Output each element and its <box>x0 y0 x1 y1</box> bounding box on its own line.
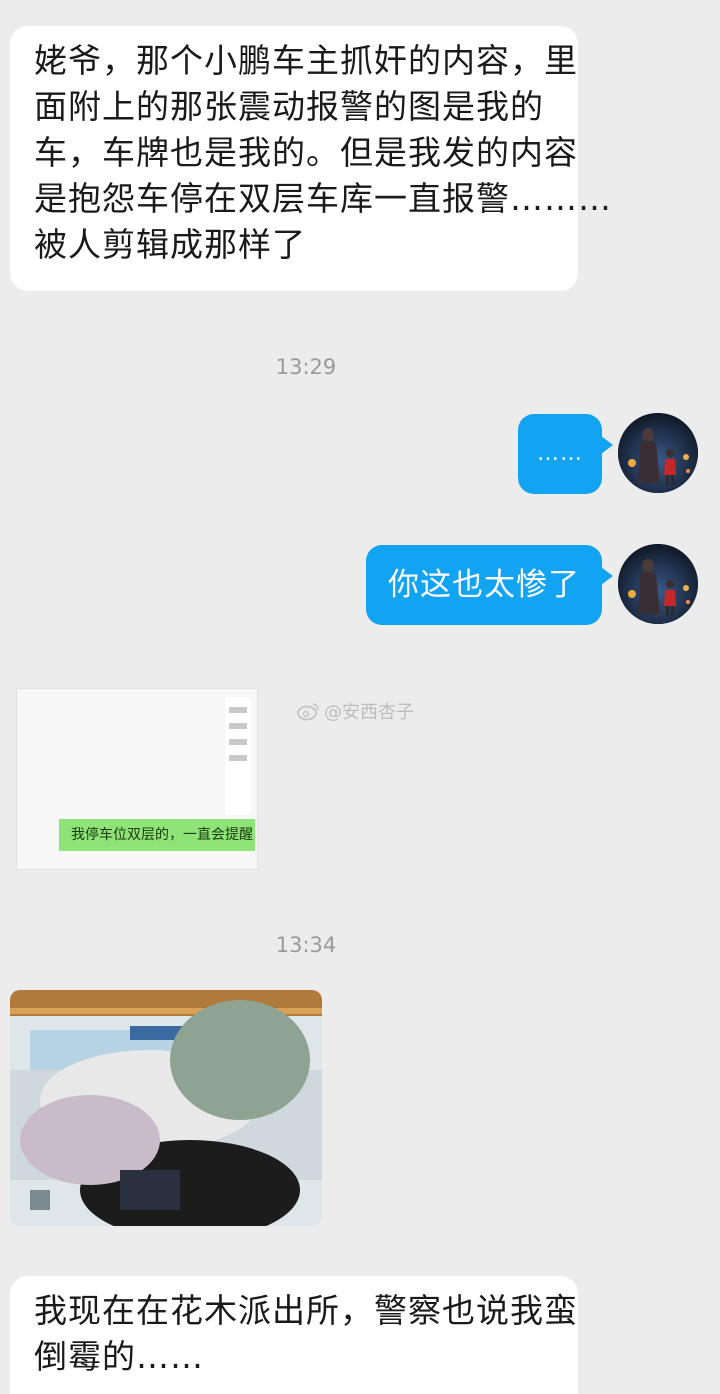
message-line: 我现在在花木派出所，警察也说我蛮 <box>34 1291 578 1330</box>
outgoing-message-2[interactable]: 你这也太惨了 <box>366 545 613 625</box>
watermark-text: @安西杏子 <box>324 702 414 723</box>
message-text: 你这也太惨了 <box>388 567 580 603</box>
message-line: 倒霉的…… <box>34 1337 204 1376</box>
message-line: 车，车牌也是我的。但是我发的内容 <box>34 133 578 172</box>
weibo-logo-icon <box>297 703 319 721</box>
outgoing-message-1[interactable]: …… <box>518 414 613 494</box>
watermark: @安西杏子 <box>296 698 414 724</box>
blurred-photo-image <box>10 990 322 1226</box>
avatar-silhouette-icon <box>618 544 698 624</box>
timestamp-1: 13:29 <box>275 355 337 379</box>
incoming-message-1[interactable]: 姥爷，那个小鹏车主抓奸的内容，里 面附上的那张震动报警的图是我的 车，车牌也是我… <box>10 26 612 291</box>
message-line: 姥爷，那个小鹏车主抓奸的内容，里 <box>34 41 578 80</box>
attachment-side-strip <box>225 697 251 815</box>
avatar-silhouette-icon <box>618 413 698 493</box>
user-avatar[interactable] <box>618 413 698 493</box>
photo-message[interactable] <box>10 990 322 1226</box>
user-avatar[interactable] <box>618 544 698 624</box>
screenshot-attachment[interactable]: 我停车位双层的，一直会提醒 <box>16 688 258 870</box>
incoming-message-2[interactable]: 我现在在花木派出所，警察也说我蛮 倒霉的…… <box>10 1276 578 1394</box>
attachment-message-bar: 我停车位双层的，一直会提醒 <box>59 819 255 851</box>
message-line: 面附上的那张震动报警的图是我的 <box>34 87 544 126</box>
message-line: 是抱怨车停在双层车库一直报警……… <box>34 179 612 218</box>
message-line: 被人剪辑成那样了 <box>34 225 306 264</box>
timestamp-2: 13:34 <box>275 933 337 957</box>
message-text: …… <box>537 441 583 466</box>
